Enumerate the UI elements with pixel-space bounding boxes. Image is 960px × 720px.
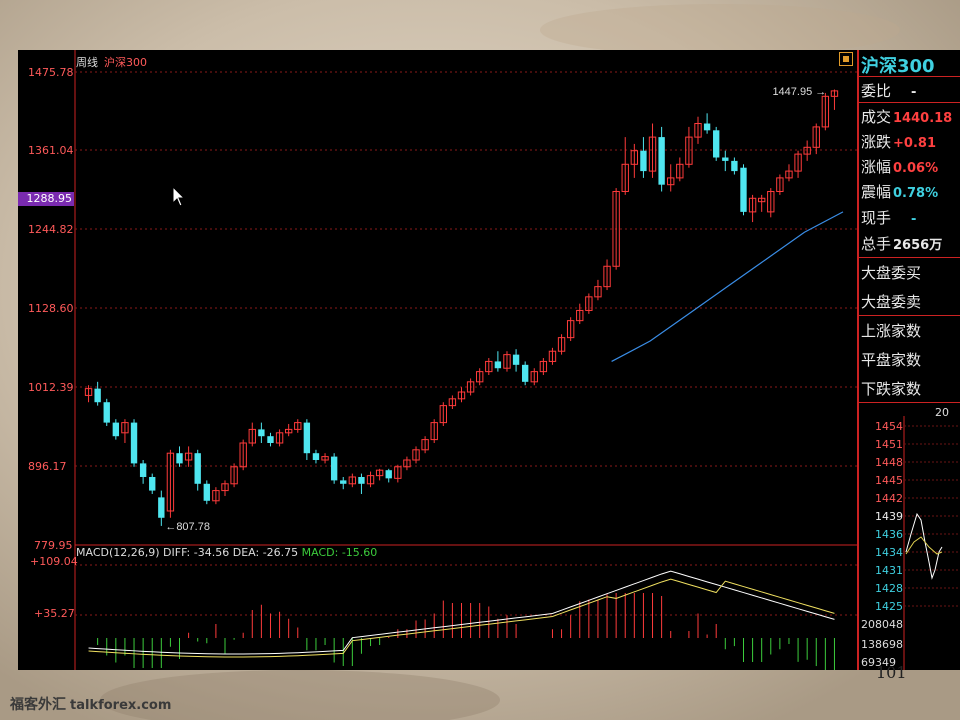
mini-price-3: 1448 bbox=[875, 456, 903, 469]
candle-body bbox=[303, 422, 311, 454]
shangzhang-row: 上涨家数 bbox=[861, 322, 922, 340]
low-annotation: ←807.78 bbox=[165, 521, 210, 533]
pingpan-row: 平盘家数 bbox=[861, 351, 922, 369]
high-annotation: 1447.95 → bbox=[772, 86, 826, 98]
y-tick-4: 1244.82 bbox=[28, 223, 74, 236]
candle-body bbox=[94, 388, 101, 403]
mini-price-10: 1428 bbox=[875, 582, 903, 595]
mini-price-9: 1431 bbox=[875, 564, 903, 577]
macd-header: MACD(12,26,9) DIFF: -34.56 DEA: -26.75 M… bbox=[76, 546, 377, 559]
mini-price-4: 1445 bbox=[875, 474, 903, 487]
quote-title: 沪深300 bbox=[861, 56, 935, 77]
xianshou-row: 现手 - bbox=[861, 209, 917, 227]
price-chart[interactable]: 1447.95 → ←807.78 bbox=[18, 50, 857, 670]
candle-body bbox=[494, 361, 502, 369]
watermark-cn: 福客外汇 bbox=[10, 697, 66, 713]
candle-body bbox=[139, 463, 147, 477]
mini-avg-line bbox=[905, 536, 943, 555]
mini-vol-2: 138698 bbox=[861, 638, 903, 651]
candle-body bbox=[722, 157, 729, 161]
y-tick-8: 779.95 bbox=[34, 539, 73, 552]
candle-body bbox=[358, 476, 365, 484]
candle-body bbox=[640, 150, 647, 172]
candle-body bbox=[258, 429, 265, 437]
mini-price-1: 1454 bbox=[875, 420, 903, 433]
mouse-cursor-icon bbox=[172, 186, 186, 207]
dapan-weimai2-row: 大盘委卖 bbox=[861, 293, 922, 311]
chart-screen: 周线 沪深300 1447.95 → ←807.78 1475.78 1361.04… bbox=[18, 50, 960, 670]
mini-price-6: 1439 bbox=[875, 510, 903, 523]
y-tick-6: 1012.39 bbox=[28, 381, 74, 394]
watermark: 福客外汇 talkforex.com bbox=[10, 694, 171, 714]
current-price-highlight: 1288.95 bbox=[18, 192, 74, 206]
mini-vol-1: 208048 bbox=[861, 618, 903, 631]
candle-body bbox=[385, 470, 392, 479]
page-number: 101 bbox=[876, 663, 907, 682]
y-tick-7: 896.17 bbox=[28, 460, 67, 473]
watermark-site: talkforex.com bbox=[70, 698, 172, 713]
zhangdie-row: 涨跌 +0.81 bbox=[861, 133, 936, 151]
candle-body bbox=[330, 456, 338, 481]
mini-price-11: 1425 bbox=[875, 600, 903, 613]
weibi-row: 委比 - bbox=[861, 82, 917, 100]
candle-body bbox=[312, 453, 320, 460]
candle-body bbox=[158, 497, 165, 518]
chengjiao-row: 成交 1440.18 bbox=[861, 108, 953, 126]
macd-tick-2: +35.27 bbox=[34, 607, 75, 620]
candle-body bbox=[176, 453, 183, 464]
candle-body bbox=[740, 167, 747, 212]
zhenfu-row: 震幅 0.78% bbox=[861, 183, 939, 201]
zongshou-row: 总手 2656万 bbox=[861, 235, 943, 253]
candle-body bbox=[512, 354, 520, 365]
candle-body bbox=[112, 422, 120, 437]
candle-body bbox=[203, 483, 210, 501]
candle-body bbox=[703, 123, 711, 131]
y-tick-1: 1475.78 bbox=[28, 66, 74, 79]
mini-price-5: 1442 bbox=[875, 492, 903, 505]
macd-dea: DEA: -26.75 bbox=[232, 546, 299, 559]
candle-body bbox=[713, 130, 720, 158]
macd-params: MACD(12,26,9) bbox=[76, 546, 160, 559]
candle-body bbox=[267, 436, 274, 444]
candle-body bbox=[521, 364, 529, 382]
xiadie-row: 下跌家数 bbox=[861, 380, 922, 398]
quote-panel: 沪深300 委比 - 成交 1440.18 涨跌 +0.81 涨幅 0.06% 震幅 0.… bbox=[857, 50, 960, 670]
candle-body bbox=[130, 422, 138, 464]
candle-body bbox=[103, 402, 110, 423]
y-tick-5: 1128.60 bbox=[28, 302, 74, 315]
dapan-weimai-row: 大盘委买 bbox=[861, 264, 922, 282]
macd-value: MACD: -15.60 bbox=[301, 546, 378, 559]
mini-price-8: 1434 bbox=[875, 546, 903, 559]
candle-body bbox=[731, 160, 738, 172]
y-tick-2: 1361.04 bbox=[28, 144, 74, 157]
candle-body bbox=[340, 480, 347, 484]
zhangfu-row: 涨幅 0.06% bbox=[861, 158, 939, 176]
ma-line bbox=[611, 211, 844, 362]
macd-tick-1: +109.04 bbox=[30, 555, 78, 568]
macd-diff: DIFF: -34.56 bbox=[163, 546, 230, 559]
layout-toggle-icon[interactable] bbox=[839, 52, 853, 66]
candle-body bbox=[658, 137, 665, 185]
candle-body bbox=[194, 453, 201, 484]
mini-price-2: 1451 bbox=[875, 438, 903, 451]
candle-body bbox=[149, 476, 156, 491]
mini-price-7: 1436 bbox=[875, 528, 903, 541]
